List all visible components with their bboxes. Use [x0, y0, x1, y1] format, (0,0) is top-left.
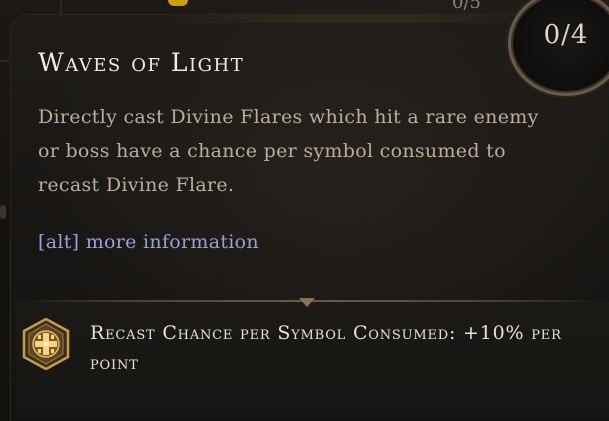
panel-left-notch [0, 205, 6, 219]
skill-description: Directly cast Divine Flares which hit a … [38, 106, 539, 196]
divider-arrow-icon [299, 298, 315, 307]
points-counter: 0/4 [543, 20, 589, 50]
stat-line: Recast Chance per Symbol Consumed: +10% … [90, 322, 562, 374]
panel-top-edge [161, 15, 521, 23]
more-information-hint[interactable]: [alt] more information [38, 231, 259, 253]
holy-symbol-icon [22, 317, 70, 371]
background-node-glow [168, 0, 188, 6]
skill-title: Waves of Light [38, 48, 245, 77]
background-node-points: 0/5 [452, 0, 481, 13]
